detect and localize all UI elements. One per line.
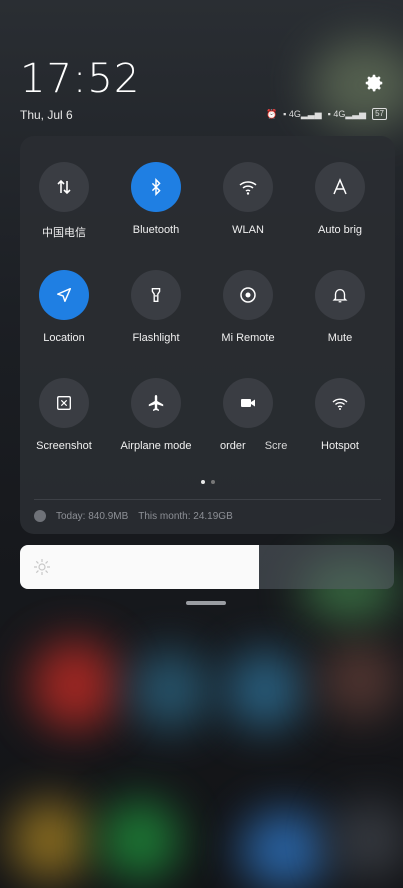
sun-icon [32, 557, 52, 577]
wifi-icon[interactable] [223, 162, 273, 212]
date[interactable]: Thu, Jul 6 [20, 108, 73, 122]
tile-label: Location [43, 332, 85, 344]
tile-label: Bluetooth [132, 224, 180, 236]
tile-mute[interactable]: Mute [298, 270, 382, 344]
tile-label: Airplane mode [120, 440, 192, 452]
location-icon[interactable] [39, 270, 89, 320]
quick-settings-panel: 中国电信 Bluetooth WLAN Auto brig Location F… [20, 136, 395, 534]
tile-label: WLAN [232, 224, 264, 236]
tile-label: Mi Remote [221, 332, 275, 344]
brightness-fill [20, 545, 260, 589]
auto-brightness-icon[interactable] [315, 162, 365, 212]
tile-mi-remote[interactable]: Mi Remote [206, 270, 290, 344]
tile-screenshot[interactable]: Screenshot [22, 378, 106, 452]
tile-location[interactable]: Location [22, 270, 106, 344]
tile-airplane-mode[interactable]: Airplane mode [114, 378, 198, 452]
alarm-icon: ⏰ [265, 108, 278, 119]
panel-drag-handle[interactable] [186, 601, 226, 605]
status-icons: ⏰ ▪ 4G▂▃▅ ▪ 4G▂▃▅ 57 [266, 108, 387, 120]
flashlight-icon[interactable] [131, 270, 181, 320]
remote-icon[interactable] [223, 270, 273, 320]
tile-label: Flashlight [132, 332, 180, 344]
tile-label: Screenshot [36, 440, 92, 452]
settings-gear-icon[interactable] [363, 72, 385, 94]
page-dot-active [200, 480, 205, 484]
tile-label: Scre [264, 440, 288, 452]
clock[interactable]: 17:52 [20, 56, 140, 102]
usage-today: Today: 840.9MB [56, 510, 129, 522]
usage-month: This month: 24.19GB [138, 510, 233, 522]
tile-mobile-data[interactable]: 中国电信 [22, 162, 106, 240]
tile-label: Mute [327, 332, 353, 344]
tile-flashlight[interactable]: Flashlight [114, 270, 198, 344]
battery-icon: 57 [372, 108, 387, 120]
tile-hotspot[interactable]: Hotspot [298, 378, 382, 452]
tile-label: 中国电信 [42, 227, 86, 239]
status-area: 17:52 Thu, Jul 6 ⏰ ▪ 4G▂▃▅ ▪ 4G▂▃▅ 57 [0, 0, 403, 140]
tile-label: Hotspot [321, 440, 359, 452]
signal-sim2-icon: ▪ 4G▂▃▅ [327, 108, 367, 119]
bell-icon[interactable] [315, 270, 365, 320]
tile-wlan[interactable]: WLAN [206, 162, 290, 236]
airplane-icon[interactable] [131, 378, 181, 428]
page-indicator [20, 480, 395, 484]
tile-auto-brightness[interactable]: Auto brig [298, 162, 382, 236]
tile-screen[interactable]: Scre [246, 378, 306, 452]
data-usage[interactable]: Today: 840.9MB This month: 24.19GB [34, 510, 233, 522]
brightness-slider[interactable] [20, 545, 394, 589]
page-dot [210, 480, 215, 484]
tile-bluetooth[interactable]: Bluetooth [114, 162, 198, 236]
data-usage-icon [34, 510, 46, 522]
mobile-data-icon[interactable] [39, 162, 89, 212]
tile-label: Auto brig [317, 224, 363, 236]
hotspot-icon[interactable] [315, 378, 365, 428]
battery-level: 57 [375, 109, 384, 118]
screenshot-icon[interactable] [39, 378, 89, 428]
divider [34, 499, 381, 500]
signal-sim1-icon: ▪ 4G▂▃▅ [283, 108, 322, 119]
bluetooth-icon[interactable] [131, 162, 181, 212]
